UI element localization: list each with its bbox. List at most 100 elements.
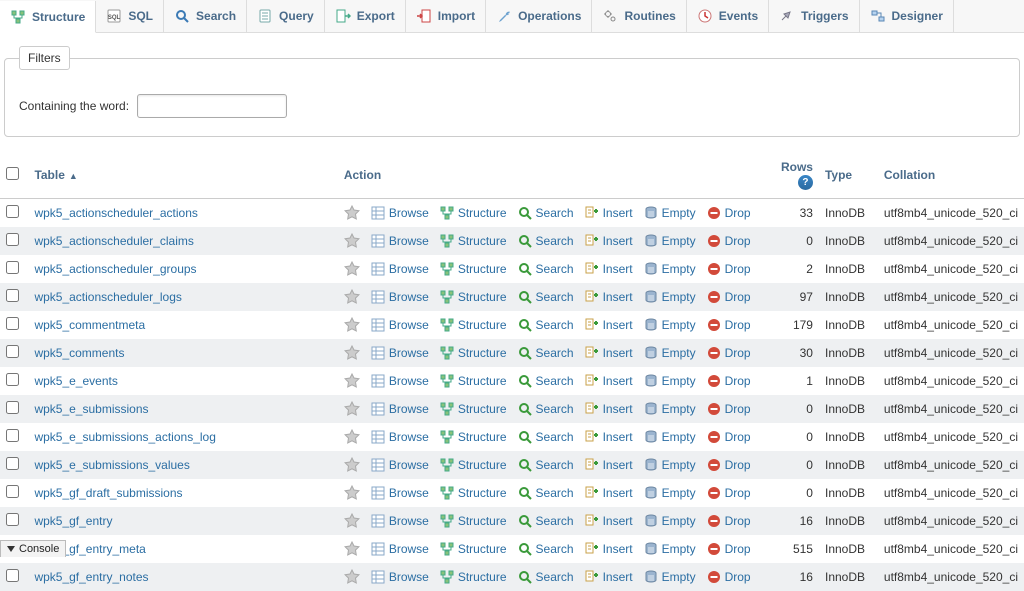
search-action[interactable]: Search: [517, 289, 574, 305]
favorite-star[interactable]: [344, 373, 360, 389]
browse-action[interactable]: Browse: [370, 289, 429, 305]
empty-action[interactable]: Empty: [643, 345, 696, 361]
browse-action[interactable]: Browse: [370, 569, 429, 585]
structure-action[interactable]: Structure: [439, 373, 507, 389]
browse-action[interactable]: Browse: [370, 233, 429, 249]
table-name-link[interactable]: wpk5_actionscheduler_claims: [34, 234, 193, 248]
insert-action[interactable]: Insert: [584, 485, 633, 501]
row-checkbox[interactable]: [6, 261, 19, 274]
empty-action[interactable]: Empty: [643, 485, 696, 501]
search-action[interactable]: Search: [517, 205, 574, 221]
search-action[interactable]: Search: [517, 429, 574, 445]
table-name-link[interactable]: wpk5_e_submissions_actions_log: [34, 430, 215, 444]
table-name-link[interactable]: wpk5_actionscheduler_logs: [34, 290, 181, 304]
empty-action[interactable]: Empty: [643, 401, 696, 417]
search-action[interactable]: Search: [517, 345, 574, 361]
search-action[interactable]: Search: [517, 373, 574, 389]
insert-action[interactable]: Insert: [584, 569, 633, 585]
browse-action[interactable]: Browse: [370, 485, 429, 501]
row-checkbox[interactable]: [6, 457, 19, 470]
insert-action[interactable]: Insert: [584, 401, 633, 417]
structure-action[interactable]: Structure: [439, 569, 507, 585]
insert-action[interactable]: Insert: [584, 233, 633, 249]
column-header-rows[interactable]: Rows ?: [763, 152, 819, 199]
structure-action[interactable]: Structure: [439, 457, 507, 473]
favorite-star[interactable]: [344, 401, 360, 417]
row-checkbox[interactable]: [6, 485, 19, 498]
drop-action[interactable]: Drop: [706, 541, 751, 557]
browse-action[interactable]: Browse: [370, 373, 429, 389]
favorite-star[interactable]: [344, 205, 360, 221]
tab-export[interactable]: Export: [325, 0, 406, 32]
row-checkbox[interactable]: [6, 317, 19, 330]
row-checkbox[interactable]: [6, 401, 19, 414]
empty-action[interactable]: Empty: [643, 541, 696, 557]
table-name-link[interactable]: wpk5_e_submissions: [34, 402, 148, 416]
browse-action[interactable]: Browse: [370, 261, 429, 277]
tab-import[interactable]: Import: [406, 0, 486, 32]
insert-action[interactable]: Insert: [584, 317, 633, 333]
drop-action[interactable]: Drop: [706, 429, 751, 445]
tab-structure[interactable]: Structure: [0, 1, 96, 33]
rows-help-icon[interactable]: ?: [798, 175, 813, 190]
favorite-star[interactable]: [344, 261, 360, 277]
table-name-link[interactable]: wpk5_gf_draft_submissions: [34, 486, 182, 500]
drop-action[interactable]: Drop: [706, 261, 751, 277]
row-checkbox[interactable]: [6, 345, 19, 358]
table-name-link[interactable]: wpk5_actionscheduler_actions: [34, 206, 197, 220]
table-name-link[interactable]: wpk5_gf_entry: [34, 514, 112, 528]
browse-action[interactable]: Browse: [370, 513, 429, 529]
search-action[interactable]: Search: [517, 317, 574, 333]
browse-action[interactable]: Browse: [370, 345, 429, 361]
favorite-star[interactable]: [344, 233, 360, 249]
insert-action[interactable]: Insert: [584, 373, 633, 389]
row-checkbox[interactable]: [6, 233, 19, 246]
insert-action[interactable]: Insert: [584, 429, 633, 445]
row-checkbox[interactable]: [6, 429, 19, 442]
empty-action[interactable]: Empty: [643, 205, 696, 221]
insert-action[interactable]: Insert: [584, 457, 633, 473]
drop-action[interactable]: Drop: [706, 373, 751, 389]
search-action[interactable]: Search: [517, 401, 574, 417]
containing-word-input[interactable]: [137, 94, 287, 118]
empty-action[interactable]: Empty: [643, 513, 696, 529]
structure-action[interactable]: Structure: [439, 205, 507, 221]
insert-action[interactable]: Insert: [584, 345, 633, 361]
search-action[interactable]: Search: [517, 485, 574, 501]
empty-action[interactable]: Empty: [643, 373, 696, 389]
search-action[interactable]: Search: [517, 261, 574, 277]
insert-action[interactable]: Insert: [584, 541, 633, 557]
drop-action[interactable]: Drop: [706, 317, 751, 333]
structure-action[interactable]: Structure: [439, 513, 507, 529]
tab-designer[interactable]: Designer: [860, 0, 954, 32]
structure-action[interactable]: Structure: [439, 345, 507, 361]
table-name-link[interactable]: wpk5_comments: [34, 346, 124, 360]
favorite-star[interactable]: [344, 569, 360, 585]
browse-action[interactable]: Browse: [370, 541, 429, 557]
insert-action[interactable]: Insert: [584, 513, 633, 529]
tab-events[interactable]: Events: [687, 0, 769, 32]
empty-action[interactable]: Empty: [643, 429, 696, 445]
tab-routines[interactable]: Routines: [592, 0, 686, 32]
browse-action[interactable]: Browse: [370, 205, 429, 221]
favorite-star[interactable]: [344, 317, 360, 333]
empty-action[interactable]: Empty: [643, 569, 696, 585]
favorite-star[interactable]: [344, 289, 360, 305]
structure-action[interactable]: Structure: [439, 485, 507, 501]
drop-action[interactable]: Drop: [706, 345, 751, 361]
favorite-star[interactable]: [344, 345, 360, 361]
table-name-link[interactable]: wpk5_commentmeta: [34, 318, 145, 332]
table-name-link[interactable]: wpk5_actionscheduler_groups: [34, 262, 196, 276]
structure-action[interactable]: Structure: [439, 289, 507, 305]
browse-action[interactable]: Browse: [370, 429, 429, 445]
search-action[interactable]: Search: [517, 233, 574, 249]
favorite-star[interactable]: [344, 541, 360, 557]
browse-action[interactable]: Browse: [370, 457, 429, 473]
row-checkbox[interactable]: [6, 289, 19, 302]
table-name-link[interactable]: wpk5_gf_entry_notes: [34, 570, 148, 584]
favorite-star[interactable]: [344, 485, 360, 501]
table-name-link[interactable]: wpk5_e_events: [34, 374, 117, 388]
insert-action[interactable]: Insert: [584, 205, 633, 221]
row-checkbox[interactable]: [6, 513, 19, 526]
browse-action[interactable]: Browse: [370, 317, 429, 333]
